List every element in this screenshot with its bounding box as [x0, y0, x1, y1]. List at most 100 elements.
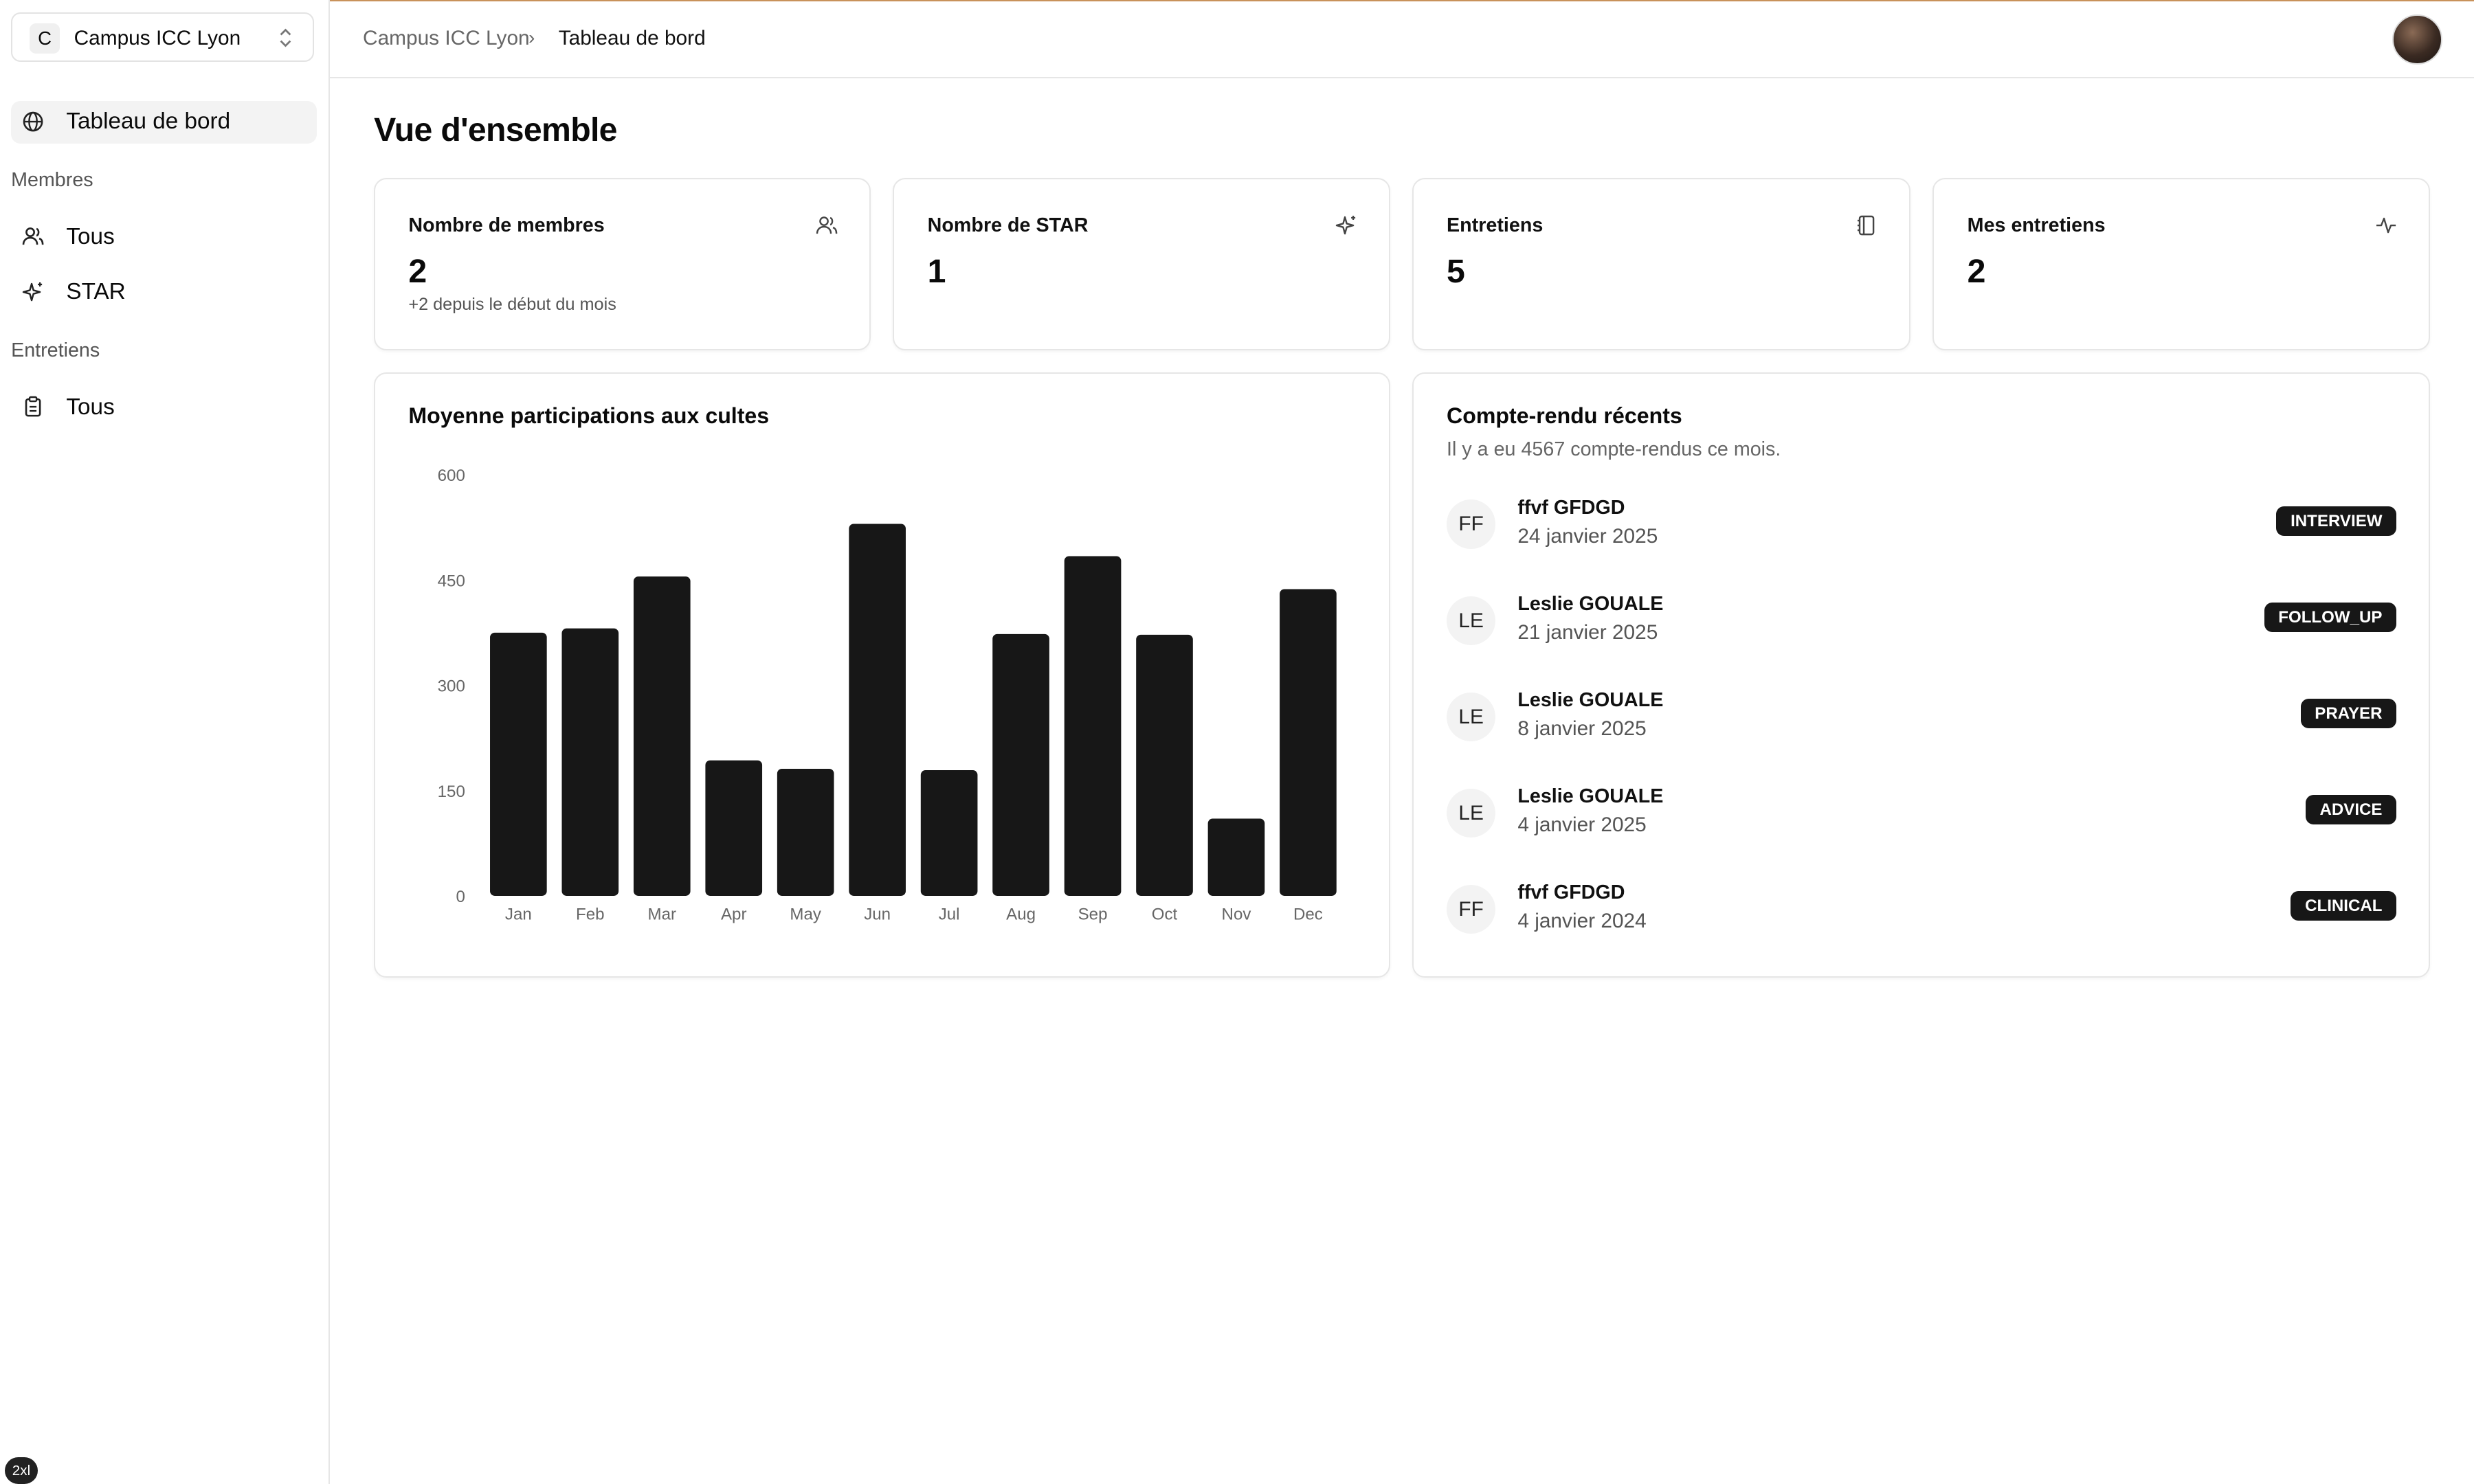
status-badge: PRAYER [2300, 698, 2397, 729]
chart-bar-mar [634, 576, 691, 896]
recent-reports-card: Compte-rendu récents Il y a eu 4567 comp… [1412, 372, 2430, 978]
breadcrumb-current: Tableau de bord [558, 27, 706, 50]
chart-bar-nov [1207, 818, 1265, 896]
list-item[interactable]: LE Leslie GOUALE 8 janvier 2025 PRAYER [1447, 689, 2397, 752]
page-title: Vue d'ensemble [374, 111, 617, 148]
sidebar-item-members-all[interactable]: Tous [11, 216, 317, 259]
activity-icon [2376, 217, 2396, 234]
chart-bar-sep [1064, 556, 1122, 896]
bar-chart: 0 150 300 450 600 Jan Feb Mar Apr May Jun Jul Aug Sep… [438, 466, 1337, 923]
y-tick-label: 300 [438, 677, 465, 695]
x-tick-label: Jan [505, 905, 532, 923]
chart-bar-dec [1280, 589, 1337, 896]
globe-icon [23, 111, 43, 132]
sidebar-item-label: Tous [66, 224, 115, 249]
status-badge: CLINICAL [2291, 890, 2397, 921]
clipboard-icon [25, 396, 41, 417]
stat-card-my-interviews: Mes entretiens 2 [1932, 178, 2430, 350]
x-tick-label: Oct [1152, 905, 1178, 923]
x-tick-label: May [790, 905, 822, 923]
avatar: LE [1447, 596, 1496, 645]
breadcrumb-root[interactable]: Campus ICC Lyon [363, 27, 530, 50]
stat-card-star: Nombre de STAR 1 [893, 178, 1390, 350]
report-date: 24 janvier 2025 [1517, 525, 1658, 548]
list-item[interactable]: FF ffvf GFDGD 4 janvier 2024 CLINICAL [1447, 881, 2397, 945]
campus-letter-badge: C [30, 23, 60, 54]
x-tick-label: Sep [1078, 905, 1108, 923]
breadcrumb-separator-icon: › [528, 27, 535, 49]
report-date: 8 janvier 2025 [1517, 717, 1647, 741]
campus-name: Campus ICC Lyon [74, 26, 241, 49]
sidebar-item-label: Tableau de bord [66, 109, 231, 135]
avatar: LE [1447, 692, 1496, 741]
list-item[interactable]: FF ffvf GFDGD 24 janvier 2025 INTERVIEW [1447, 496, 2397, 560]
x-tick-label: Jun [864, 905, 891, 923]
stat-value: 1 [927, 253, 946, 291]
report-name: Leslie GOUALE [1517, 785, 1664, 808]
sidebar-item-label: Tous [66, 394, 115, 420]
y-tick-label: 600 [438, 466, 465, 485]
y-tick-label: 0 [456, 888, 465, 906]
stat-subtext: +2 depuis le début du mois [408, 295, 616, 315]
stat-value: 2 [408, 253, 427, 291]
sidebar: C Campus ICC Lyon Tableau de bord Membre… [0, 0, 330, 1484]
x-tick-label: Dec [1293, 905, 1323, 923]
stat-title: Nombre de STAR [927, 214, 1089, 236]
reports-subtitle: Il y a eu 4567 compte-rendus ce mois. [1447, 438, 1781, 460]
avatar: LE [1447, 788, 1496, 837]
chevrons-up-down-icon [280, 28, 291, 47]
screen-size-badge: 2xl [4, 1457, 38, 1484]
x-tick-label: Feb [576, 905, 605, 923]
x-tick-label: Apr [721, 905, 747, 923]
report-date: 4 janvier 2024 [1517, 910, 1647, 933]
y-tick-label: 150 [438, 783, 465, 801]
stat-title: Entretiens [1447, 214, 1544, 236]
status-badge: ADVICE [2305, 794, 2397, 825]
reports-title: Compte-rendu récents [1447, 403, 1682, 429]
report-name: Leslie GOUALE [1517, 689, 1664, 711]
report-name: ffvf GFDGD [1517, 496, 1625, 519]
chart-bar-apr [705, 760, 763, 896]
campus-switcher[interactable]: C Campus ICC Lyon [11, 12, 314, 62]
sidebar-item-members-star[interactable]: STAR [11, 271, 317, 314]
stat-card-interviews: Entretiens 5 [1412, 178, 1911, 350]
chart-bar-may [777, 768, 834, 896]
list-item[interactable]: LE Leslie GOUALE 21 janvier 2025 FOLLOW_… [1447, 592, 2397, 656]
y-tick-label: 450 [438, 572, 465, 590]
sidebar-item-interviews-all[interactable]: Tous [11, 386, 317, 429]
sidebar-section-members: Membres [11, 168, 93, 191]
attendance-chart-card: Moyenne participations aux cultes 0 150 30… [374, 372, 1390, 978]
sidebar-section-interviews: Entretiens [11, 339, 100, 361]
chart-bar-aug [992, 633, 1050, 896]
stat-title: Mes entretiens [1967, 214, 2106, 236]
chart-bar-jun [849, 524, 906, 896]
chart-bar-jan [490, 632, 547, 896]
x-tick-label: Mar [648, 905, 677, 923]
chart-bar-feb [561, 628, 619, 896]
avatar: FF [1447, 499, 1496, 549]
stat-title: Nombre de membres [408, 214, 605, 236]
sidebar-item-dashboard[interactable]: Tableau de bord [11, 100, 317, 144]
sparkles-icon [22, 282, 43, 301]
x-tick-label: Nov [1222, 905, 1251, 923]
avatar[interactable] [2392, 14, 2443, 65]
top-header: Campus ICC Lyon › Tableau de bord [329, 0, 2474, 79]
report-date: 21 janvier 2025 [1517, 621, 1658, 644]
report-name: Leslie GOUALE [1517, 592, 1664, 615]
status-badge: FOLLOW_UP [2264, 602, 2397, 633]
status-badge: INTERVIEW [2276, 506, 2397, 537]
stat-value: 2 [1967, 253, 1986, 291]
notebook-icon [1858, 215, 1875, 236]
stat-value: 5 [1447, 253, 1465, 291]
report-name: ffvf GFDGD [1517, 881, 1625, 904]
chart-bar-jul [920, 769, 978, 896]
sidebar-item-label: STAR [66, 279, 126, 305]
avatar: FF [1447, 884, 1496, 934]
x-tick-label: Jul [939, 905, 960, 923]
users-icon [22, 227, 44, 245]
list-item[interactable]: LE Leslie GOUALE 4 janvier 2025 ADVICE [1447, 785, 2397, 848]
stat-card-members: Nombre de membres 2 +2 depuis le début d… [374, 178, 871, 350]
report-date: 4 janvier 2025 [1517, 813, 1647, 837]
users-icon [816, 216, 838, 234]
sparkles-icon [1335, 215, 1355, 235]
